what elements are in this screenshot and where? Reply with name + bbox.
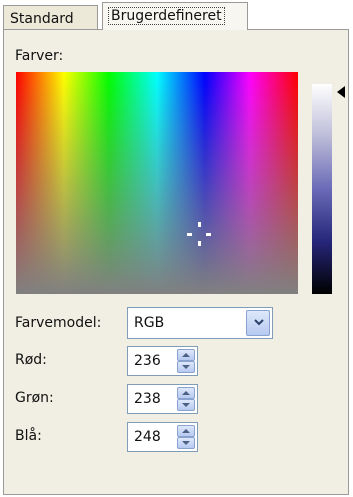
red-value[interactable]: 236 [134,353,161,369]
red-decrement-button[interactable] [177,361,195,373]
blue-spinbox[interactable]: 248 [127,422,198,452]
arrow-down-icon [182,403,190,407]
blue-increment-button[interactable] [177,425,195,437]
blue-label: Blå: [15,428,42,444]
green-label: Grøn: [15,390,54,406]
arrow-up-icon [182,429,190,433]
tab-standard-label: Standard [10,11,74,27]
red-spinbox[interactable]: 236 [127,346,198,376]
arrow-up-icon [182,353,190,357]
dropdown-button[interactable] [246,310,270,336]
tab-standard[interactable]: Standard [3,5,98,29]
red-increment-button[interactable] [177,349,195,361]
blue-value[interactable]: 248 [134,429,161,445]
arrow-up-icon [182,391,190,395]
color-model-select[interactable]: RGB [127,307,273,339]
green-value[interactable]: 238 [134,391,161,407]
triangle-left-icon[interactable] [337,86,345,98]
arrow-down-icon [182,441,190,445]
red-label: Rød: [15,352,47,368]
arrow-down-icon [182,365,190,369]
green-increment-button[interactable] [177,387,195,399]
colors-label: Farver: [15,48,64,64]
color-model-value: RGB [134,315,165,331]
tab-custom-label: Brugerdefineret [108,7,225,25]
tab-custom[interactable]: Brugerdefineret [102,2,248,30]
green-spinbox[interactable]: 238 [127,384,198,414]
blue-decrement-button[interactable] [177,437,195,449]
chevron-down-icon [254,319,264,326]
crosshair-icon[interactable] [187,222,211,246]
custom-colors-panel: Farver: Farvemodel: RGB Rød: 236 Grøn: 2… [3,29,349,495]
color-model-label: Farvemodel: [15,315,102,331]
tab-strip: Standard Brugerdefineret [0,0,353,30]
green-decrement-button[interactable] [177,399,195,411]
color-spectrum[interactable] [16,72,298,294]
luminance-slider[interactable] [312,84,332,294]
